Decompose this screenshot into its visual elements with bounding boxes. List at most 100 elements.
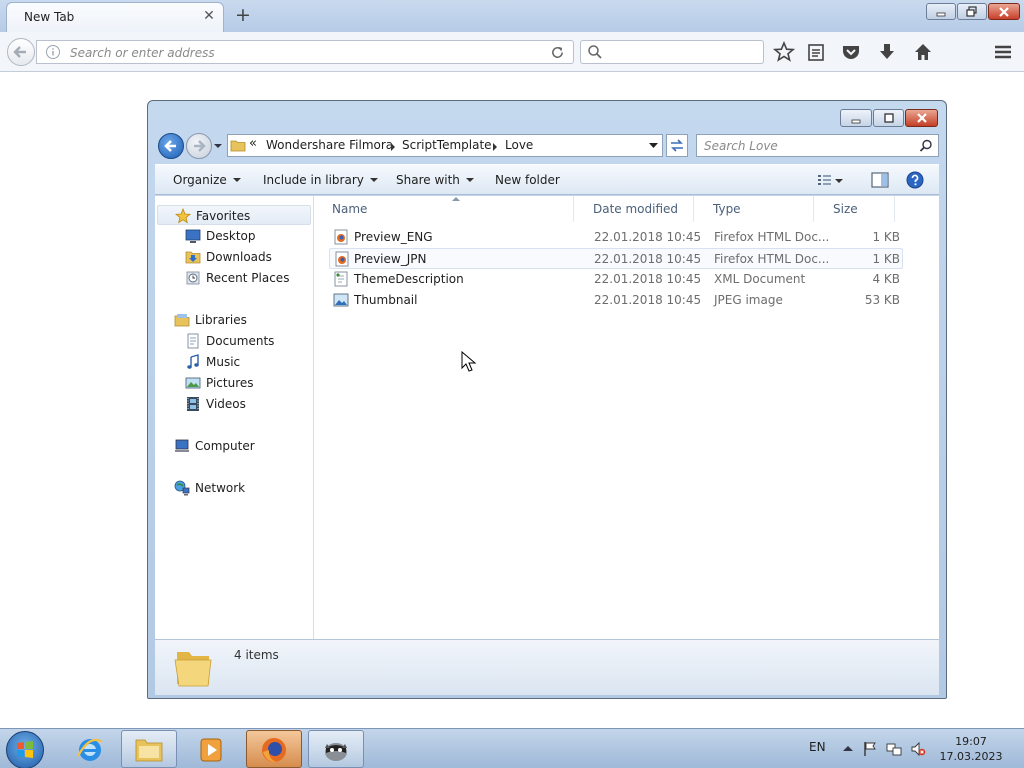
details-pane: 4 items bbox=[155, 639, 939, 695]
sidebar-item-videos[interactable]: Videos bbox=[155, 394, 313, 414]
sidebar-item-documents[interactable]: Documents bbox=[155, 331, 313, 351]
file-type: JPEG image bbox=[714, 293, 783, 307]
info-icon[interactable] bbox=[45, 44, 61, 60]
breadcrumb-scripttemplate[interactable]: ScriptTemplate bbox=[402, 138, 492, 152]
sidebar-item-label: Pictures bbox=[206, 376, 254, 390]
sidebar-item-music[interactable]: Music bbox=[155, 352, 313, 372]
taskbar-media-player[interactable] bbox=[183, 730, 239, 768]
sidebar-item-libraries[interactable]: Libraries bbox=[155, 310, 313, 330]
videos-icon bbox=[187, 397, 199, 411]
downloads-button[interactable] bbox=[876, 41, 898, 63]
network-icon bbox=[174, 480, 190, 496]
start-button[interactable] bbox=[6, 731, 44, 768]
file-type: Firefox HTML Doc... bbox=[714, 230, 830, 244]
include-in-library-button[interactable]: Include in library bbox=[263, 173, 378, 187]
browser-nav-bar bbox=[0, 32, 1024, 72]
table-row[interactable]: ThemeDescription 22.01.2018 10:45 XML Do… bbox=[329, 269, 903, 290]
column-header-type[interactable]: Type bbox=[695, 196, 814, 222]
column-header-date-modified[interactable]: Date modified bbox=[575, 196, 694, 222]
breadcrumb-wondershare-filmora[interactable]: Wondershare Filmora bbox=[266, 138, 393, 152]
sidebar-item-desktop[interactable]: Desktop bbox=[155, 226, 313, 246]
downloads-folder-icon bbox=[185, 251, 201, 264]
action-center-flag-icon[interactable] bbox=[862, 741, 878, 757]
explorer-search-input[interactable] bbox=[704, 138, 914, 153]
pocket-button[interactable] bbox=[840, 41, 862, 63]
explorer-back-button[interactable] bbox=[158, 133, 184, 159]
minimize-button[interactable] bbox=[926, 3, 956, 20]
help-icon[interactable] bbox=[906, 171, 924, 189]
sidebar-item-pictures[interactable]: Pictures bbox=[155, 373, 313, 393]
new-tab-button[interactable]: + bbox=[232, 4, 254, 26]
table-row[interactable]: Preview_ENG 22.01.2018 10:45 Firefox HTM… bbox=[329, 227, 903, 248]
taskbar-raccoon-app[interactable] bbox=[308, 730, 364, 768]
browser-search-bar[interactable] bbox=[580, 40, 764, 64]
system-clock[interactable]: 19:07 17.03.2023 bbox=[936, 734, 1006, 764]
sidebar-item-recent-places[interactable]: Recent Places bbox=[155, 268, 313, 288]
breadcrumb-love[interactable]: Love bbox=[505, 138, 533, 152]
sidebar-item-label: Network bbox=[195, 481, 246, 495]
change-view-icon[interactable] bbox=[817, 173, 833, 187]
sidebar-item-favorites[interactable]: Favorites bbox=[157, 205, 311, 225]
share-with-button[interactable]: Share with bbox=[396, 173, 474, 187]
pictures-icon bbox=[185, 377, 201, 389]
sidebar-item-label: Computer bbox=[195, 439, 255, 453]
bookmark-star-button[interactable] bbox=[773, 41, 795, 63]
address-bar[interactable] bbox=[36, 40, 574, 64]
restore-button[interactable] bbox=[957, 3, 987, 20]
sidebar-item-network[interactable]: Network bbox=[155, 478, 313, 498]
column-header-name[interactable]: Name bbox=[315, 196, 574, 222]
reload-icon[interactable] bbox=[550, 45, 565, 60]
explorer-search-box[interactable] bbox=[696, 134, 939, 157]
sidebar-item-downloads[interactable]: Downloads bbox=[155, 247, 313, 267]
taskbar-internet-explorer[interactable] bbox=[62, 730, 118, 768]
tab-new-tab[interactable]: New Tab ✕ bbox=[6, 2, 224, 32]
explorer-close-button[interactable] bbox=[905, 109, 938, 127]
mouse-cursor-icon bbox=[461, 351, 477, 372]
preview-pane-icon[interactable] bbox=[871, 172, 889, 188]
taskbar-firefox[interactable] bbox=[246, 730, 302, 768]
home-button[interactable] bbox=[912, 41, 934, 63]
desktop-icon bbox=[185, 229, 201, 243]
search-icon[interactable] bbox=[919, 139, 933, 153]
file-type: XML Document bbox=[714, 272, 806, 286]
firefox-html-icon bbox=[334, 229, 348, 245]
breadcrumb-overflow-icon[interactable]: « bbox=[249, 136, 257, 151]
table-row[interactable]: Thumbnail 22.01.2018 10:45 JPEG image 53… bbox=[329, 290, 903, 311]
file-name: Preview_JPN bbox=[354, 252, 427, 266]
back-button[interactable] bbox=[7, 38, 35, 66]
taskbar-windows-explorer[interactable] bbox=[121, 730, 177, 768]
sidebar-item-label: Libraries bbox=[195, 313, 247, 327]
organize-button[interactable]: Organize bbox=[173, 173, 241, 187]
bookmarks-menu-button[interactable] bbox=[805, 41, 827, 63]
explorer-forward-button[interactable] bbox=[186, 133, 212, 159]
network-status-icon[interactable] bbox=[886, 741, 902, 757]
file-size: 4 KB bbox=[872, 272, 900, 286]
input-language[interactable]: EN bbox=[809, 740, 826, 754]
new-folder-button[interactable]: New folder bbox=[495, 173, 560, 187]
recent-pages-dropdown-icon[interactable] bbox=[213, 142, 223, 150]
explorer-minimize-button[interactable] bbox=[840, 109, 872, 127]
column-header-label: Name bbox=[332, 202, 368, 216]
hamburger-menu-button[interactable] bbox=[992, 41, 1014, 63]
explorer-refresh-button[interactable] bbox=[666, 134, 688, 157]
folder-icon bbox=[174, 652, 212, 687]
breadcrumb-separator-icon[interactable] bbox=[493, 143, 497, 151]
close-window-button[interactable] bbox=[988, 3, 1020, 20]
volume-muted-icon[interactable] bbox=[910, 741, 926, 757]
sidebar-item-computer[interactable]: Computer bbox=[155, 436, 313, 456]
sidebar-item-label: Favorites bbox=[196, 209, 251, 223]
show-hidden-icons-icon[interactable] bbox=[840, 741, 856, 757]
column-header-size[interactable]: Size bbox=[815, 196, 895, 222]
url-input[interactable] bbox=[70, 44, 540, 61]
clock-time: 19:07 bbox=[955, 735, 987, 748]
close-tab-icon[interactable]: ✕ bbox=[201, 8, 217, 24]
taskbar: EN 19:07 17.03.2023 bbox=[0, 728, 1024, 768]
address-history-dropdown-icon[interactable] bbox=[649, 143, 658, 149]
breadcrumb-separator-icon[interactable] bbox=[391, 143, 395, 151]
explorer-maximize-button[interactable] bbox=[873, 109, 904, 127]
chevron-down-icon bbox=[465, 178, 474, 182]
explorer-address-bar[interactable]: « Wondershare Filmora ScriptTemplate Lov… bbox=[227, 134, 663, 157]
file-name: ThemeDescription bbox=[354, 272, 464, 286]
table-row[interactable]: Preview_JPN 22.01.2018 10:45 Firefox HTM… bbox=[329, 248, 903, 269]
view-options-dropdown-icon[interactable] bbox=[835, 179, 843, 183]
